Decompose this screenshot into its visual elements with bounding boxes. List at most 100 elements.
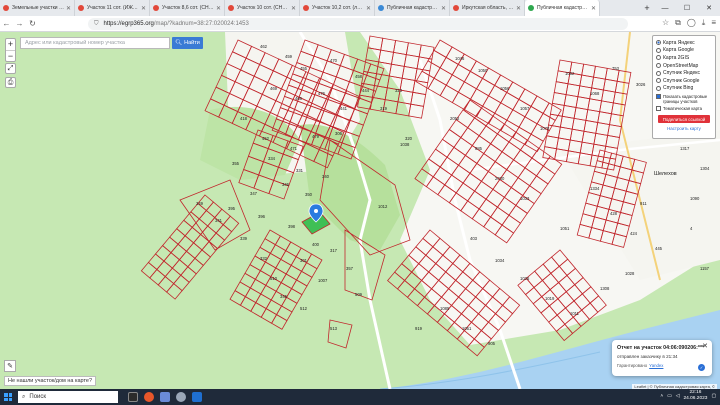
- parcel[interactable]: [215, 224, 233, 241]
- parcel[interactable]: [184, 226, 202, 244]
- parcel[interactable]: [244, 264, 261, 280]
- show-borders-option[interactable]: Показать кадастровые границы участков: [656, 94, 712, 104]
- parcel[interactable]: [169, 228, 186, 245]
- browser-tab[interactable]: Участок 10 сот. (СНТ, ДН...✕: [225, 0, 300, 16]
- browser-tab[interactable]: Участок 8,6 сот. (СНТ, ДН...✕: [150, 0, 225, 16]
- parcel[interactable]: [280, 273, 298, 290]
- parcel[interactable]: [234, 281, 251, 298]
- yandex-link[interactable]: Yandex: [649, 363, 663, 368]
- notifications-icon[interactable]: ▢: [711, 394, 716, 399]
- browser-tab[interactable]: Земельные участки в Ир...✕: [0, 0, 75, 16]
- parcel[interactable]: [327, 319, 353, 349]
- parcel[interactable]: [180, 266, 197, 283]
- parcel[interactable]: [281, 296, 298, 313]
- parcel[interactable]: [387, 271, 406, 290]
- taskbar-search[interactable]: ⌕ Поиск: [18, 391, 118, 403]
- parcel[interactable]: [177, 235, 195, 252]
- outlook-icon[interactable]: [192, 392, 202, 402]
- task-view-icon[interactable]: [128, 392, 138, 402]
- parcel[interactable]: [306, 253, 323, 270]
- start-button[interactable]: [0, 389, 16, 405]
- parcel[interactable]: [366, 63, 385, 81]
- parcel[interactable]: [149, 268, 166, 286]
- thematic-map-option[interactable]: Тематическая карта: [656, 106, 712, 112]
- zoom-out-button[interactable]: −: [6, 50, 15, 61]
- parcel[interactable]: [265, 299, 283, 316]
- parcel[interactable]: [209, 86, 231, 106]
- extensions-icon[interactable]: ⧉: [675, 18, 681, 28]
- parcel[interactable]: [249, 278, 267, 295]
- close-icon[interactable]: ✕: [702, 342, 708, 350]
- parcel[interactable]: [185, 242, 203, 259]
- parcel[interactable]: [239, 296, 257, 312]
- parcel[interactable]: [154, 244, 172, 262]
- layer-option[interactable]: Карта Google: [656, 47, 712, 55]
- tab-close-icon[interactable]: ✕: [216, 5, 221, 12]
- layer-option[interactable]: Карта 2GIS: [656, 54, 712, 62]
- parcel[interactable]: [394, 263, 413, 282]
- parcel[interactable]: [198, 209, 216, 227]
- search-input[interactable]: [20, 37, 170, 49]
- parcel[interactable]: [264, 229, 281, 246]
- parcel[interactable]: [274, 235, 292, 252]
- setup-map-link[interactable]: Настроить карту: [656, 126, 712, 131]
- profile-icon[interactable]: ◯: [687, 18, 696, 28]
- minimize-icon[interactable]: —: [654, 0, 676, 16]
- parcel[interactable]: [194, 249, 211, 266]
- parcel[interactable]: [269, 244, 287, 260]
- parcel[interactable]: [250, 302, 267, 318]
- parcel[interactable]: [193, 233, 210, 251]
- tab-close-icon[interactable]: ✕: [291, 5, 296, 12]
- parcel[interactable]: [178, 250, 196, 268]
- checkbox-icon[interactable]: [656, 94, 661, 100]
- parcel[interactable]: [171, 259, 189, 276]
- parcel[interactable]: [276, 305, 293, 322]
- fullscreen-icon[interactable]: ⤢: [5, 63, 16, 74]
- browser-tab[interactable]: Иркутская область, Шелех...✕: [450, 0, 525, 16]
- checkbox-icon[interactable]: [656, 106, 661, 112]
- parcel[interactable]: [164, 267, 182, 285]
- parcel[interactable]: [170, 243, 188, 261]
- parcel[interactable]: [296, 270, 313, 287]
- new-tab-button[interactable]: +: [640, 0, 654, 16]
- parcel[interactable]: [187, 257, 204, 275]
- parcel[interactable]: [291, 279, 308, 296]
- layer-option[interactable]: Спутник Google: [656, 77, 712, 85]
- radio-icon[interactable]: [656, 78, 661, 84]
- parcel[interactable]: [286, 288, 303, 304]
- parcel[interactable]: [166, 283, 183, 300]
- radio-icon[interactable]: [656, 63, 661, 69]
- layer-option[interactable]: Карта Яндекс: [656, 39, 712, 47]
- bookmark-star-icon[interactable]: ☆: [662, 18, 669, 28]
- parcel[interactable]: [229, 290, 246, 306]
- parcel[interactable]: [260, 284, 277, 301]
- zoom-in-button[interactable]: +: [6, 39, 15, 50]
- reload-icon[interactable]: ↻: [26, 19, 39, 28]
- layer-option[interactable]: Спутник Bing: [656, 85, 712, 93]
- map-canvas[interactable]: 462 459 455 470 458 469 466 476 441 444 418 452 471 4…: [0, 32, 720, 389]
- parcel[interactable]: [176, 219, 193, 237]
- radio-icon[interactable]: [656, 85, 661, 91]
- parcel[interactable]: [285, 264, 303, 281]
- radio-icon[interactable]: [656, 47, 661, 53]
- parcel[interactable]: [140, 261, 158, 279]
- parcel[interactable]: [301, 262, 318, 278]
- parcel[interactable]: [285, 241, 302, 258]
- parcel[interactable]: [200, 225, 217, 243]
- parcel[interactable]: [259, 261, 277, 278]
- find-button[interactable]: 🔍︎ Найти: [172, 37, 203, 49]
- parcel[interactable]: [259, 238, 276, 254]
- close-window-icon[interactable]: ✕: [698, 0, 720, 16]
- tab-close-icon[interactable]: ✕: [366, 5, 371, 12]
- parcel[interactable]: [201, 240, 219, 258]
- parcel[interactable]: [163, 252, 180, 269]
- layer-option[interactable]: Спутник Яндекс: [656, 69, 712, 77]
- parcel[interactable]: [264, 252, 282, 269]
- radio-icon[interactable]: [656, 55, 661, 61]
- parcel[interactable]: [222, 215, 240, 233]
- tab-close-icon[interactable]: ✕: [441, 5, 446, 12]
- parcel[interactable]: [353, 58, 372, 76]
- parcel[interactable]: [239, 272, 256, 289]
- browser-tab[interactable]: Участок 11 сот. (ИЖС) в...✕: [75, 0, 150, 16]
- parcel[interactable]: [271, 314, 288, 330]
